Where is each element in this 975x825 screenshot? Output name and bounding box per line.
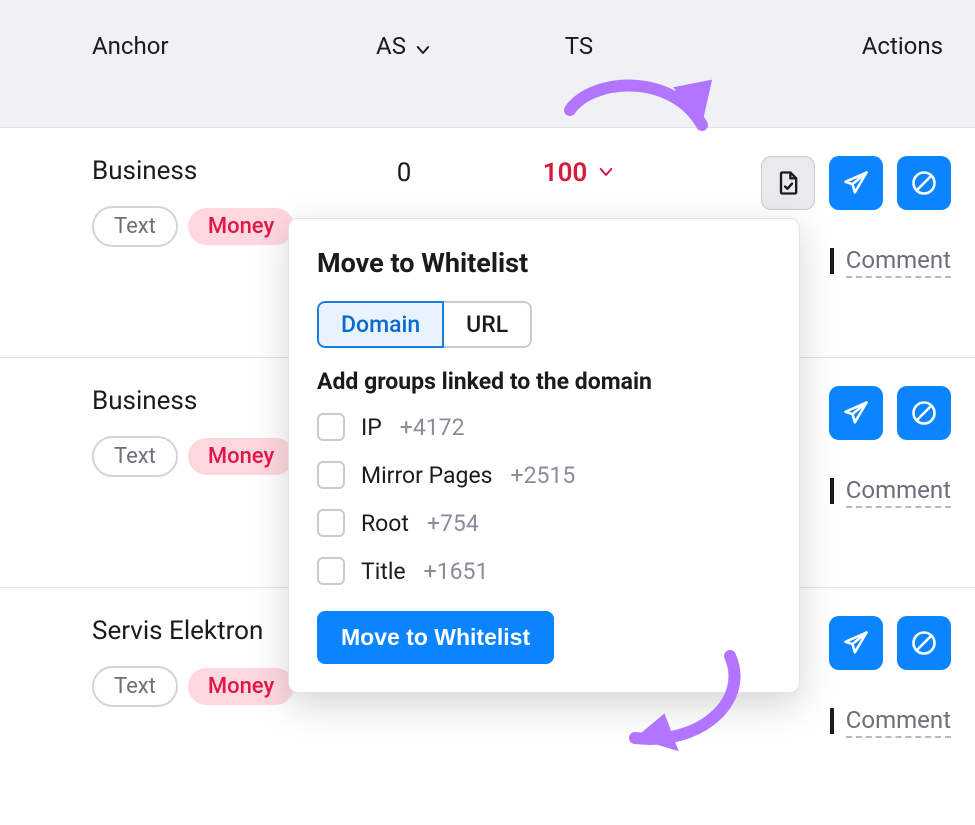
group-checklist: IP +4172 Mirror Pages +2515 Root +754 Ti… [317, 413, 771, 585]
checkbox-icon [317, 557, 345, 585]
seg-url[interactable]: URL [442, 301, 532, 348]
tag-money[interactable]: Money [188, 668, 294, 705]
group-label: Title [361, 558, 406, 585]
group-item-root[interactable]: Root +754 [317, 509, 771, 537]
group-item-ip[interactable]: IP +4172 [317, 413, 771, 441]
header-as-label: AS [376, 32, 406, 60]
header-as-sort[interactable]: AS [314, 32, 494, 60]
disavow-button[interactable] [897, 386, 951, 440]
whitelist-page-button[interactable] [761, 156, 815, 210]
seg-domain[interactable]: Domain [317, 301, 444, 348]
group-label: Mirror Pages [361, 462, 493, 489]
header-actions: Actions [862, 32, 943, 60]
group-label: IP [361, 414, 382, 441]
group-item-mirror[interactable]: Mirror Pages +2515 [317, 461, 771, 489]
tag-text[interactable]: Text [92, 436, 178, 477]
checkbox-icon [317, 461, 345, 489]
header-anchor: Anchor [92, 32, 169, 60]
group-count: +2515 [511, 462, 576, 489]
comment-link[interactable]: Comment [846, 246, 951, 278]
tag-text[interactable]: Text [92, 666, 178, 707]
chevron-down-icon [414, 37, 432, 55]
scope-segmented-control: Domain URL [317, 301, 532, 348]
ts-value-toggle[interactable]: 100 [494, 156, 664, 188]
checkbox-icon [317, 509, 345, 537]
chevron-down-icon [597, 158, 615, 176]
tag-money[interactable]: Money [188, 208, 294, 245]
tag-money[interactable]: Money [188, 438, 294, 475]
group-count: +4172 [400, 414, 465, 441]
popover-subtitle: Add groups linked to the domain [317, 368, 771, 395]
group-count: +1651 [424, 558, 489, 585]
group-label: Root [361, 510, 409, 537]
as-value: 0 [314, 156, 494, 188]
send-button[interactable] [829, 386, 883, 440]
comment-link[interactable]: Comment [846, 476, 951, 508]
anchor-title: Business [92, 386, 314, 416]
group-count: +754 [427, 510, 479, 537]
move-to-whitelist-popover: Move to Whitelist Domain URL Add groups … [288, 218, 800, 693]
comment-stub-icon [830, 478, 834, 504]
comment-stub-icon [830, 248, 834, 274]
anchor-title: Business [92, 156, 314, 186]
ts-value: 100 [543, 158, 588, 188]
move-to-whitelist-button[interactable]: Move to Whitelist [317, 611, 554, 664]
disavow-button[interactable] [897, 616, 951, 670]
send-button[interactable] [829, 156, 883, 210]
header-ts: TS [565, 32, 593, 60]
disavow-button[interactable] [897, 156, 951, 210]
comment-link[interactable]: Comment [846, 706, 951, 738]
popover-title: Move to Whitelist [317, 247, 771, 279]
send-button[interactable] [829, 616, 883, 670]
group-item-title[interactable]: Title +1651 [317, 557, 771, 585]
table-header: Anchor AS TS Actions [0, 0, 975, 128]
checkbox-icon [317, 413, 345, 441]
anchor-title: Servis Elektron [92, 616, 314, 646]
comment-stub-icon [830, 708, 834, 734]
tag-text[interactable]: Text [92, 206, 178, 247]
